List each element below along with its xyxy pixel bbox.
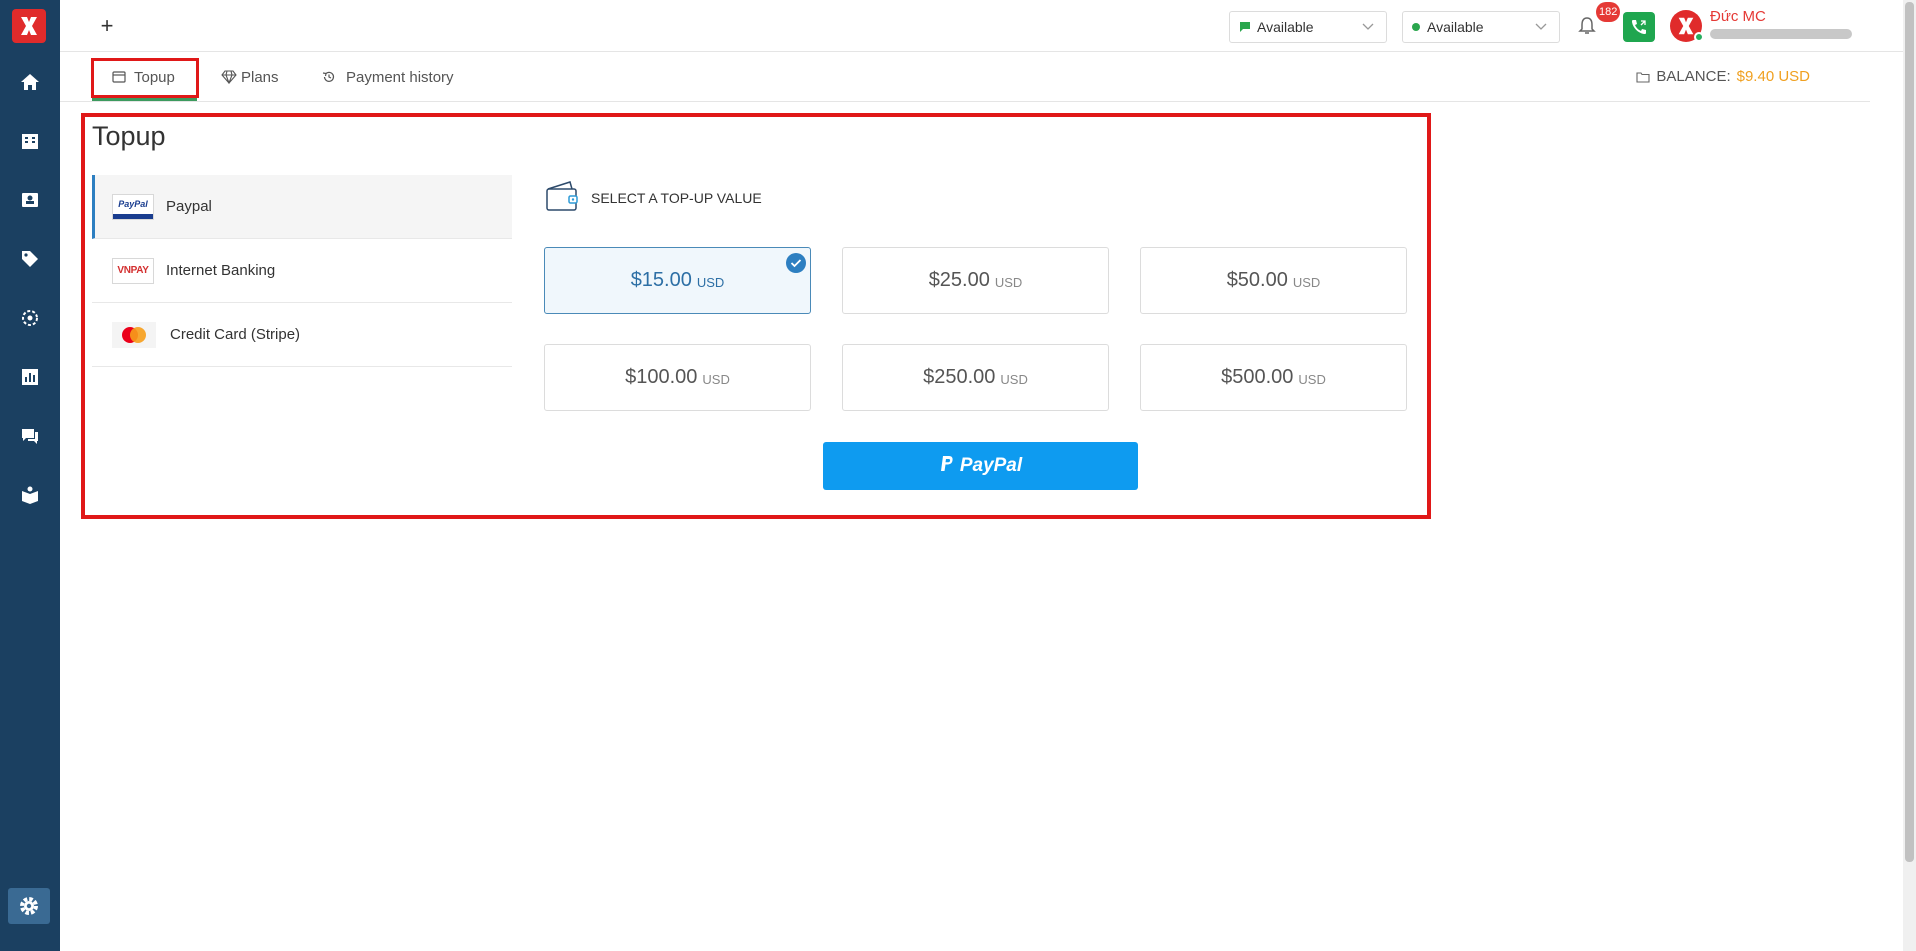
vnpay-logo: VNPAY: [112, 257, 154, 284]
amount-option-500[interactable]: $500.00 USD: [1140, 344, 1407, 411]
top-bar: + Available Available 182 Đức MC: [60, 0, 1904, 52]
chevron-down-icon: [1362, 23, 1374, 30]
status-dot-icon: [1412, 23, 1420, 31]
paypal-button-label: PayPal: [959, 455, 1023, 476]
payment-method-label: Internet Banking: [166, 262, 276, 279]
phone-icon: [1632, 20, 1646, 34]
paypal-checkout-button[interactable]: PayPal: [823, 442, 1138, 490]
paypal-logo: PayPal: [112, 193, 154, 220]
tabs-bar: Topup Plans Payment history BALANCE: $9.…: [60, 52, 1870, 102]
payment-method-label: Paypal: [166, 198, 212, 215]
scrollbar-thumb[interactable]: [1905, 2, 1914, 862]
chat-status-select[interactable]: Available: [1229, 11, 1387, 43]
chat-status-label: Available: [1257, 19, 1314, 35]
wallet-small-icon: [1636, 71, 1650, 83]
sidebar: [0, 0, 60, 951]
home-icon[interactable]: [18, 70, 42, 94]
building-icon[interactable]: [18, 129, 42, 153]
tab-payment-history-label: Payment history: [346, 68, 454, 86]
app-logo[interactable]: [12, 9, 46, 43]
page-title: Topup: [92, 121, 166, 151]
tab-plans[interactable]: Plans: [221, 52, 279, 102]
balance-display: BALANCE: $9.40 USD: [1636, 68, 1810, 85]
balance-value: $9.40 USD: [1736, 68, 1810, 85]
check-icon: [786, 253, 806, 273]
balance-label: BALANCE:: [1656, 68, 1731, 85]
history-icon: [322, 70, 336, 84]
payment-method-paypal[interactable]: PayPal Paypal: [92, 175, 512, 239]
page-scrollbar[interactable]: [1903, 0, 1916, 951]
bell-icon[interactable]: [1578, 16, 1598, 38]
tag-icon[interactable]: [18, 247, 42, 271]
target-icon[interactable]: [18, 306, 42, 330]
tab-payment-history[interactable]: Payment history: [322, 52, 454, 102]
diamond-icon: [221, 70, 237, 84]
amount-option-250[interactable]: $250.00 USD: [842, 344, 1109, 411]
amount-option-100[interactable]: $100.00 USD: [544, 344, 811, 411]
payment-method-label: Credit Card (Stripe): [170, 326, 301, 343]
add-button[interactable]: +: [96, 15, 118, 37]
paypal-p-icon: [939, 455, 955, 478]
settings-gear-icon[interactable]: [8, 888, 50, 924]
mastercard-logo: [112, 321, 156, 348]
active-tab-indicator: [92, 98, 197, 101]
payment-method-credit-card[interactable]: Credit Card (Stripe): [92, 303, 512, 367]
tab-plans-label: Plans: [241, 68, 279, 86]
phone-button[interactable]: [1623, 12, 1655, 42]
user-subtitle-redacted: [1710, 29, 1852, 39]
payment-method-internet-banking[interactable]: VNPAY Internet Banking: [92, 239, 512, 303]
payment-methods-list: PayPal Paypal VNPAY Internet Banking Cre…: [92, 175, 512, 367]
contact-icon[interactable]: [18, 188, 42, 212]
amount-option-15[interactable]: $15.00 USD: [544, 247, 811, 314]
report-icon[interactable]: [18, 365, 42, 389]
wallet-icon: [545, 180, 579, 215]
select-value-heading: SELECT A TOP-UP VALUE: [545, 180, 762, 215]
user-name[interactable]: Đức MC: [1710, 8, 1766, 25]
chat-icon[interactable]: [18, 424, 42, 448]
chevron-down-icon: [1535, 23, 1547, 30]
topup-tab-highlight-box: [91, 58, 199, 98]
call-status-select[interactable]: Available: [1402, 11, 1560, 43]
flag-icon: [1240, 22, 1250, 32]
notification-badge: 182: [1596, 2, 1621, 22]
amount-option-50[interactable]: $50.00 USD: [1140, 247, 1407, 314]
call-status-label: Available: [1427, 19, 1484, 35]
online-status-dot: [1694, 32, 1704, 42]
select-value-heading-text: SELECT A TOP-UP VALUE: [591, 189, 762, 206]
book-icon[interactable]: [18, 483, 42, 507]
amount-option-25[interactable]: $25.00 USD: [842, 247, 1109, 314]
